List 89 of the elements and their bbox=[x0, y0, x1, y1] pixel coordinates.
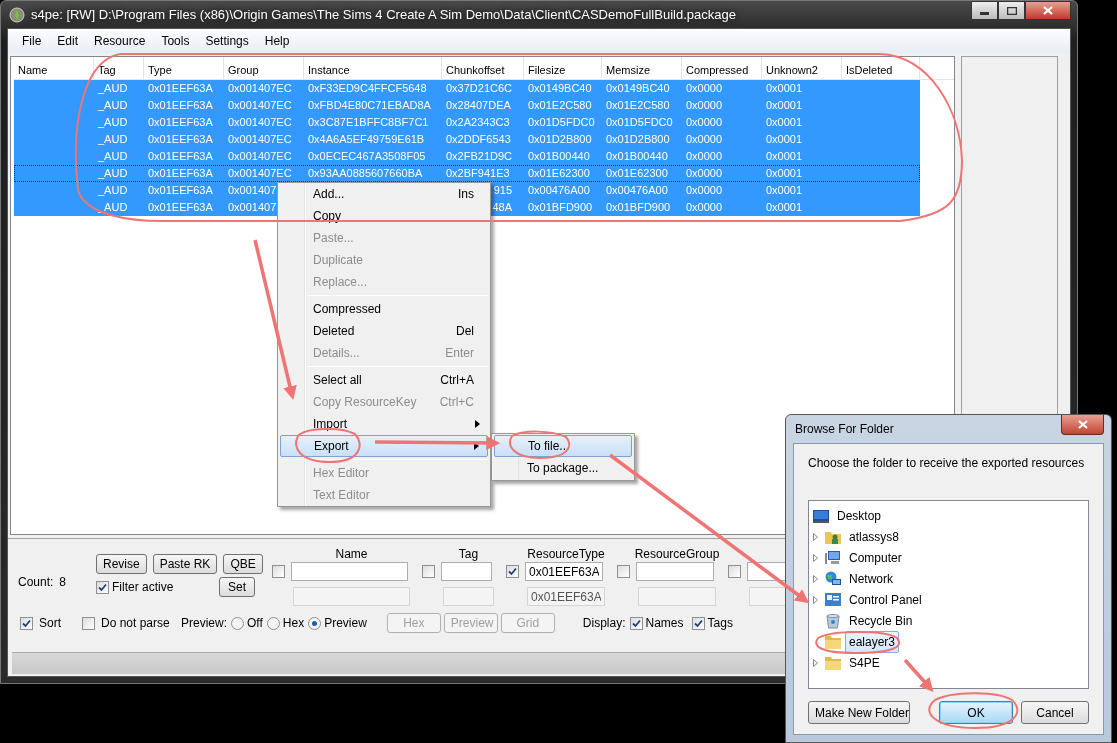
table-cell-text: 0x2FB21D9C bbox=[445, 149, 514, 164]
table-cell-text: 0x2DDF6543 bbox=[445, 132, 512, 147]
radio-label: Hex bbox=[282, 615, 305, 632]
table-cell-text: 0x001407EC bbox=[227, 149, 293, 164]
table-cell-text: 0x0001 bbox=[765, 81, 804, 96]
table-cell-text: 0x01EEF63A bbox=[147, 200, 214, 215]
table-cell-text: 0x0001 bbox=[765, 149, 804, 164]
table-cell-text: _AUD bbox=[97, 166, 129, 181]
table-cell-text: 0x93AA0885607660BA bbox=[307, 166, 424, 181]
table-cell-text: 0x01EEF63A bbox=[147, 149, 214, 164]
table-cell-text: _AUD bbox=[97, 200, 129, 215]
checkbox-label: Tags bbox=[707, 615, 733, 632]
dialog-title: Browse For Folder bbox=[795, 421, 894, 438]
preview-label: Preview: bbox=[181, 615, 227, 632]
table-cell-text: _AUD bbox=[97, 183, 129, 198]
table-cell-text: 0x28407DEA bbox=[445, 98, 512, 113]
table-cell-text: 0x0001 bbox=[765, 166, 804, 181]
table-cell-text: 0x0000 bbox=[685, 98, 724, 113]
dialog-prompt: Choose the folder to receive the exported resources bbox=[808, 455, 1086, 472]
filter-label: ResourceType bbox=[527, 546, 605, 562]
table-cell-text: 0x001407 bbox=[227, 183, 278, 198]
table-cell-text: 0x01E2C580 bbox=[605, 98, 671, 113]
table-cell-text: 0x01BFD900 bbox=[527, 200, 594, 215]
table-cell-text: 0x01EEF63A bbox=[147, 98, 214, 113]
window-title: s4pe: [RW] D:\Program Files (x86)\Origin Games\The Sims 4 Create A Sim Demo\Data\Client\CASDemoFullBuild.package bbox=[31, 5, 736, 24]
table-cell-text: 915 bbox=[493, 183, 512, 198]
table-cell-text: 0x0149BC40 bbox=[605, 81, 671, 96]
table-cell-text: 0x01D2B800 bbox=[605, 132, 671, 147]
table-cell-text: 0x3C87E1BFFC8BF7C1 bbox=[307, 115, 430, 130]
table-cell-text: 0x001407EC bbox=[227, 132, 293, 147]
filter-label: Tag bbox=[458, 546, 479, 562]
table-cell-text: 0x0001 bbox=[765, 183, 804, 198]
checkbox-label: Names bbox=[645, 615, 684, 632]
table-cell-text: 0xFBD4E80C71EBAD8A bbox=[307, 98, 432, 113]
table-cell-text: 0x0000 bbox=[685, 149, 724, 164]
table-cell-text: 0x0000 bbox=[685, 200, 724, 215]
table-cell-text: _AUD bbox=[97, 132, 129, 147]
table-cell-text: 0x01EEF63A bbox=[147, 115, 214, 130]
table-cell-text: 48A bbox=[492, 200, 512, 215]
filter-label: Name bbox=[335, 546, 368, 562]
radio-label: Off bbox=[247, 615, 263, 632]
table-cell-text: _AUD bbox=[97, 149, 129, 164]
table-cell-text: _AUD bbox=[97, 81, 129, 96]
table-cell-text: 0x0000 bbox=[685, 166, 724, 181]
table-cell-text: 0x01D5FDC0 bbox=[605, 115, 674, 130]
table-cell-text: 0xF33ED9C4FFCF5648 bbox=[307, 81, 428, 96]
table-cell-text: 0x2BF941E3 bbox=[445, 166, 511, 181]
count-label: Count: bbox=[18, 574, 54, 591]
checkbox-label: Filter active bbox=[112, 579, 175, 596]
table-cell-text: 0x01E62300 bbox=[527, 166, 591, 181]
table-cell-text: 0x00476A00 bbox=[605, 183, 669, 198]
table-cell-text: 0x01E62300 bbox=[605, 166, 669, 181]
table-cell-text: 0x001407EC bbox=[227, 81, 293, 96]
table-cell-text: 0x0001 bbox=[765, 132, 804, 147]
table-cell-text: 0x01EEF63A bbox=[147, 166, 214, 181]
table-cell-text: 0x01BFD900 bbox=[605, 200, 672, 215]
table-cell-text: 0x0001 bbox=[765, 98, 804, 113]
table-cell-text: 0x0149BC40 bbox=[527, 81, 593, 96]
table-cell-text: 0x01B00440 bbox=[527, 149, 591, 164]
table-cell-text: 0x001407EC bbox=[227, 166, 293, 181]
table-cell-text: 0x37D21C6C bbox=[445, 81, 514, 96]
table-cell-text: 0x0000 bbox=[685, 115, 724, 130]
table-cell-text: 0x0000 bbox=[685, 183, 724, 198]
table-cell-text: 0x2A2343C3 bbox=[445, 115, 511, 130]
table-cell-text: 0x01E2C580 bbox=[527, 98, 593, 113]
table-cell-text: 0x01B00440 bbox=[605, 149, 669, 164]
table-cell-text: 0x0001 bbox=[765, 115, 804, 130]
table-cell-text: 0x4A6A5EF49759E61B bbox=[307, 132, 426, 147]
display-label: Display: bbox=[582, 615, 626, 632]
table-cell-text: 0x001407EC bbox=[227, 115, 293, 130]
table-cell-text: 0x01D5FDC0 bbox=[527, 115, 596, 130]
table-cell-text: 0x0000 bbox=[685, 81, 724, 96]
checkbox-label: Do not parse bbox=[101, 615, 170, 632]
table-cell-text: 0x01D2B800 bbox=[527, 132, 593, 147]
table-cell-text: 0x01EEF63A bbox=[147, 183, 214, 198]
table-cell-text: 0x0000 bbox=[685, 132, 724, 147]
filter-label: ResourceGroup bbox=[634, 546, 720, 562]
count-value: 8 bbox=[59, 574, 67, 591]
table-cell-text: 0x001407EC bbox=[227, 98, 293, 113]
table-cell-text: 0x01EEF63A bbox=[147, 132, 214, 147]
table-cell-text: 0x01EEF63A bbox=[147, 81, 214, 96]
table-cell-text: _AUD bbox=[97, 98, 129, 113]
checkbox-label: Sort bbox=[39, 615, 61, 632]
radio-label: Preview bbox=[324, 615, 367, 632]
table-cell-text: 0x0ECEC467A3508F05 bbox=[307, 149, 427, 164]
table-cell-text: _AUD bbox=[97, 115, 129, 130]
table-cell-text: 0x001407 bbox=[227, 200, 278, 215]
table-cell-text: 0x0001 bbox=[765, 200, 804, 215]
table-cell-text: 0x00476A00 bbox=[527, 183, 591, 198]
